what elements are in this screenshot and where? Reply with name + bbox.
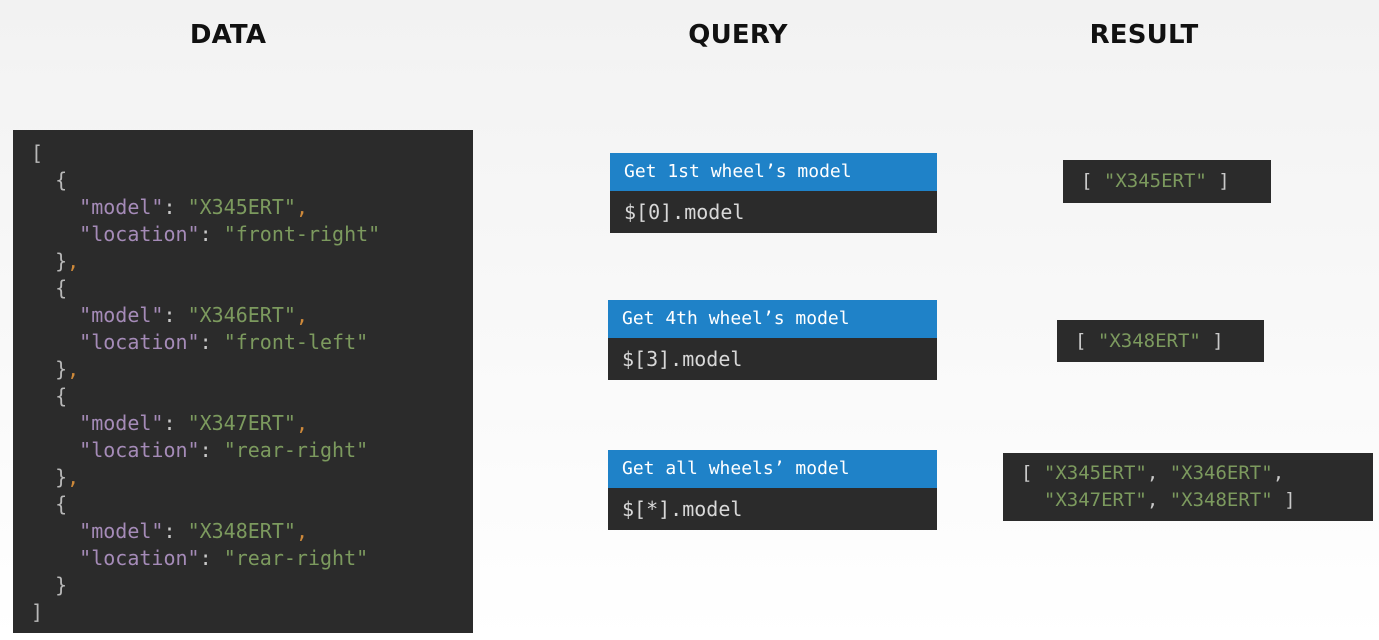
json-code-line: { [55,492,68,516]
json-code-line: }, [55,465,80,489]
json-code-line: [ [31,141,44,165]
json-code-line: "location": "rear-right" [79,546,369,570]
query-card-fourth-wheel: Get 4th wheel’s model $[3].model [608,300,937,380]
json-code-line: }, [55,357,80,381]
result-box-fourth-wheel: [ "X348ERT" ] [1057,320,1264,362]
json-code-line: "location": "rear-right" [79,438,369,462]
query-expression: $[0].model [610,191,937,233]
json-data-panel: [ { "model": "X345ERT", "location": "fro… [13,130,473,633]
data-heading: DATA [189,20,267,50]
json-code-line: "model": "X346ERT", [79,303,308,327]
json-code-line: "location": "front-right" [79,222,381,246]
result-box-all-wheels: [ "X345ERT", "X346ERT", "X347ERT", "X348… [1003,453,1373,521]
result-heading: RESULT [1089,20,1199,50]
json-code-line: "location": "front-left" [79,330,369,354]
result-line: [ "X348ERT" ] [1075,330,1224,352]
query-card-first-wheel: Get 1st wheel’s model $[0].model [610,153,937,233]
json-code-line: "model": "X347ERT", [79,411,308,435]
json-code-line: } [55,573,68,597]
json-code-line: }, [55,249,80,273]
result-line: [ "X345ERT", "X346ERT", [1021,462,1285,484]
query-heading: QUERY [688,20,788,50]
query-card-all-wheels: Get all wheels’ model $[*].model [608,450,937,530]
query-expression: $[*].model [608,488,937,530]
json-code-line: "model": "X345ERT", [79,195,308,219]
json-code-line: { [55,384,68,408]
json-code-line: { [55,168,68,192]
query-title: Get 1st wheel’s model [610,153,937,191]
result-box-first-wheel: [ "X345ERT" ] [1063,160,1271,203]
json-code-line: ] [31,600,44,624]
query-title: Get all wheels’ model [608,450,937,488]
json-code-line: "model": "X348ERT", [79,519,308,543]
json-code-line: { [55,276,68,300]
result-line: [ "X345ERT" ] [1081,170,1230,192]
query-title: Get 4th wheel’s model [608,300,937,338]
query-expression: $[3].model [608,338,937,380]
result-line: "X347ERT", "X348ERT" ] [1043,489,1296,511]
